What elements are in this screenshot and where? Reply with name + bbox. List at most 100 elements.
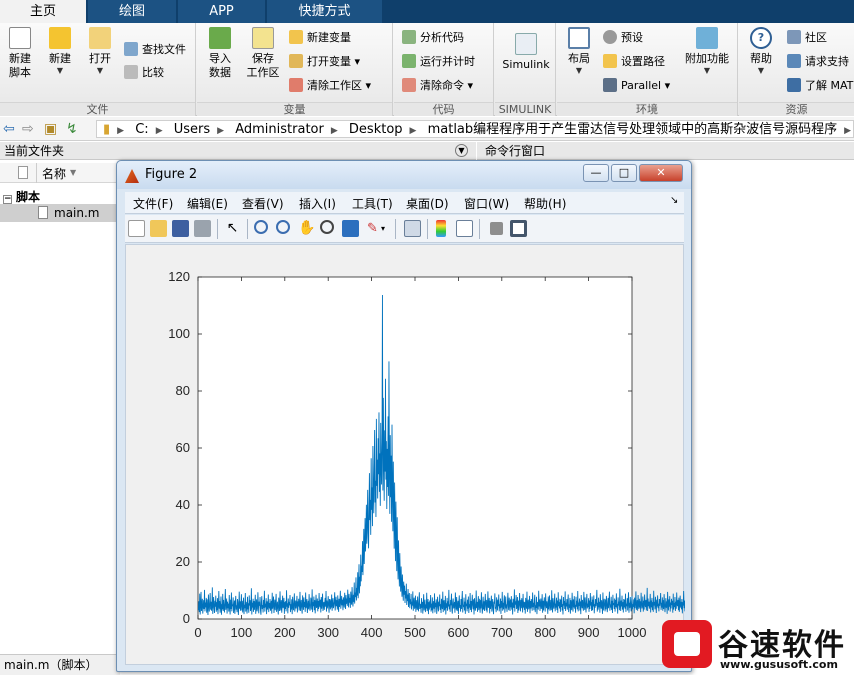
new-script-button[interactable]: 新建 脚本 bbox=[4, 27, 36, 80]
breadcrumb-segment[interactable]: Administrator bbox=[235, 122, 324, 137]
figure-title: Figure 2 bbox=[145, 167, 198, 182]
plus-icon bbox=[49, 27, 71, 49]
menu-tools[interactable]: 工具(T) bbox=[352, 195, 393, 212]
set-path-button[interactable]: 设置路径 bbox=[603, 52, 665, 72]
x-tick-label: 200 bbox=[274, 625, 296, 640]
legend-icon[interactable] bbox=[456, 220, 473, 237]
learn-matlab-button[interactable]: 了解 MAT bbox=[787, 76, 853, 96]
chevron-right-icon: ▶ bbox=[217, 126, 225, 136]
hide-tools-icon[interactable] bbox=[490, 222, 503, 235]
print-icon[interactable] bbox=[194, 220, 211, 237]
tab-apps[interactable]: APP bbox=[178, 0, 265, 23]
menu-help[interactable]: 帮助(H) bbox=[524, 195, 566, 212]
sort-down-icon[interactable]: ▼ bbox=[70, 168, 76, 177]
import-label: 导入 数据 bbox=[209, 52, 231, 79]
breadcrumb-segment[interactable]: Users bbox=[174, 122, 210, 137]
forward-arrow-icon[interactable]: ⇨ bbox=[22, 121, 34, 137]
chevron-down-icon: ▼ bbox=[757, 66, 765, 75]
breadcrumb-segment[interactable]: C: bbox=[135, 122, 148, 137]
link-plot-icon[interactable] bbox=[404, 220, 421, 237]
brush-icon[interactable]: ✎ bbox=[364, 220, 381, 237]
open-file-icon[interactable] bbox=[150, 220, 167, 237]
parallel-button[interactable]: Parallel ▾ bbox=[603, 76, 670, 96]
tree-group[interactable]: − 脚本 bbox=[3, 188, 40, 205]
toolbar-separator bbox=[247, 219, 248, 239]
dock-arrow-icon[interactable]: ↘ bbox=[670, 195, 678, 206]
group-file: 新建 脚本 新建 ▼ 打开 ▼ 查找文件 比较 文件 bbox=[0, 23, 196, 116]
new-figure-icon[interactable] bbox=[128, 220, 145, 237]
tab-plots[interactable]: 绘图 bbox=[88, 0, 176, 23]
tree-group-label: 脚本 bbox=[16, 190, 41, 204]
minimize-button[interactable]: — bbox=[583, 164, 609, 182]
breadcrumb-segment[interactable]: matlab编程程序用于产生雷达信号处理领域中的高斯杂波信号源码程序 bbox=[428, 122, 838, 137]
save-workspace-button[interactable]: 保存 工作区 bbox=[243, 27, 283, 80]
new-variable-label: 新建变量 bbox=[307, 31, 351, 44]
data-cursor-icon[interactable] bbox=[342, 220, 359, 237]
menu-edit[interactable]: 编辑(E) bbox=[187, 195, 228, 212]
figure-toolbar: ↖ ✋ ✎ ▾ bbox=[125, 215, 684, 243]
panel-menu-icon[interactable]: ▼ bbox=[455, 144, 468, 157]
simulink-button[interactable]: Simulink bbox=[499, 33, 553, 72]
list-item-main-m[interactable]: main.m bbox=[0, 204, 120, 222]
pointer-icon[interactable]: ↖ bbox=[224, 220, 241, 237]
analyze-code-label: 分析代码 bbox=[420, 31, 464, 44]
compare-button[interactable]: 比较 bbox=[124, 63, 164, 83]
menu-window[interactable]: 窗口(W) bbox=[464, 195, 509, 212]
run-and-time-button[interactable]: 运行并计时 bbox=[402, 52, 475, 72]
menu-file[interactable]: 文件(F) bbox=[133, 195, 173, 212]
breadcrumb-segment[interactable]: Desktop bbox=[349, 122, 403, 137]
clear-workspace-button[interactable]: 清除工作区 ▾ bbox=[289, 76, 371, 96]
back-arrow-icon[interactable]: ⇦ bbox=[3, 121, 15, 137]
run-time-label: 运行并计时 bbox=[420, 55, 475, 68]
colorbar-icon[interactable] bbox=[436, 220, 446, 237]
learn-icon bbox=[787, 78, 801, 92]
chevron-down-icon: ▼ bbox=[56, 66, 64, 75]
layout-button[interactable]: 布局 ▼ bbox=[561, 27, 597, 76]
clear-workspace-label: 清除工作区 bbox=[307, 79, 362, 92]
analyze-code-icon bbox=[402, 30, 416, 44]
clear-commands-button[interactable]: 清除命令 ▾ bbox=[402, 76, 473, 96]
menu-insert[interactable]: 插入(I) bbox=[299, 195, 336, 212]
menu-view[interactable]: 查看(V) bbox=[242, 195, 284, 212]
up-folder-icon[interactable]: ▣ bbox=[44, 121, 57, 137]
new-button[interactable]: 新建 ▼ bbox=[42, 27, 78, 76]
new-variable-button[interactable]: 新建变量 bbox=[289, 28, 351, 48]
community-button[interactable]: 社区 bbox=[787, 28, 827, 48]
maximize-button[interactable]: □ bbox=[611, 164, 637, 182]
line-chart: 0 100 200 300 400 500 600 700 800 900 1000 0 20 40 60 8… bbox=[168, 269, 707, 640]
close-button[interactable]: ✕ bbox=[639, 164, 683, 182]
toolbar-separator bbox=[479, 219, 480, 239]
chevron-right-icon: ▶ bbox=[155, 126, 163, 136]
help-button[interactable]: ? 帮助 ▼ bbox=[745, 27, 777, 76]
name-column-header[interactable]: 名称 bbox=[42, 165, 66, 182]
tab-shortcuts[interactable]: 快捷方式 bbox=[267, 0, 382, 23]
find-files-button[interactable]: 查找文件 bbox=[124, 40, 186, 60]
file-tree: − 脚本 main.m bbox=[0, 184, 120, 654]
import-data-button[interactable]: 导入 数据 bbox=[203, 27, 237, 80]
show-tools-icon[interactable] bbox=[510, 220, 527, 237]
collapse-icon[interactable]: − bbox=[3, 195, 12, 204]
save-icon[interactable] bbox=[172, 220, 189, 237]
figure-titlebar[interactable]: Figure 2 — □ ✕ bbox=[117, 161, 691, 189]
x-tick-label: 600 bbox=[448, 625, 470, 640]
browse-folder-icon[interactable]: ↯ bbox=[66, 121, 78, 137]
chevron-down-icon[interactable]: ▾ bbox=[381, 220, 389, 237]
gear-icon bbox=[603, 30, 617, 44]
menu-desktop[interactable]: 桌面(D) bbox=[406, 195, 449, 212]
y-tick-label: 120 bbox=[168, 269, 190, 284]
tab-home[interactable]: 主页 bbox=[0, 0, 86, 23]
zoom-in-icon[interactable] bbox=[254, 220, 268, 234]
rotate-3d-icon[interactable] bbox=[320, 220, 334, 234]
addons-button[interactable]: 附加功能 ▼ bbox=[681, 27, 733, 76]
pan-hand-icon[interactable]: ✋ bbox=[298, 220, 315, 237]
request-support-button[interactable]: 请求支持 bbox=[787, 52, 849, 72]
chevron-right-icon: ▶ bbox=[844, 126, 852, 136]
analyze-code-button[interactable]: 分析代码 bbox=[402, 28, 464, 48]
path-breadcrumb[interactable]: ▮ ▶ C: ▶ Users ▶ Administrator ▶ Desktop ▶ ma… bbox=[96, 120, 854, 138]
zoom-out-icon[interactable] bbox=[276, 220, 290, 234]
open-variable-button[interactable]: 打开变量 ▾ bbox=[289, 52, 360, 72]
open-button[interactable]: 打开 ▼ bbox=[82, 27, 118, 76]
find-files-label: 查找文件 bbox=[142, 43, 186, 56]
preferences-button[interactable]: 预设 bbox=[603, 28, 643, 48]
help-label: 帮助 bbox=[750, 52, 772, 65]
